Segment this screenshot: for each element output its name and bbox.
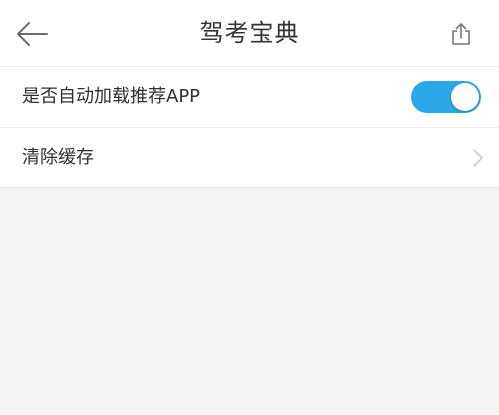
clear-cache-label: 清除缓存 <box>22 147 94 168</box>
top-bar: 驾考宝典 <box>0 0 499 67</box>
auto-load-apps-label: 是否自动加载推荐APP <box>22 86 201 107</box>
toggle-knob <box>451 83 479 111</box>
page-title: 驾考宝典 <box>199 19 300 47</box>
chevron-right-icon <box>473 149 483 167</box>
auto-load-apps-toggle[interactable] <box>411 81 481 113</box>
share-button[interactable] <box>447 20 475 48</box>
settings-list: 是否自动加载推荐APP 清除缓存 <box>0 67 499 188</box>
clear-cache-row[interactable]: 清除缓存 <box>0 127 499 187</box>
auto-load-apps-row[interactable]: 是否自动加载推荐APP <box>0 67 499 127</box>
share-icon <box>452 23 470 45</box>
